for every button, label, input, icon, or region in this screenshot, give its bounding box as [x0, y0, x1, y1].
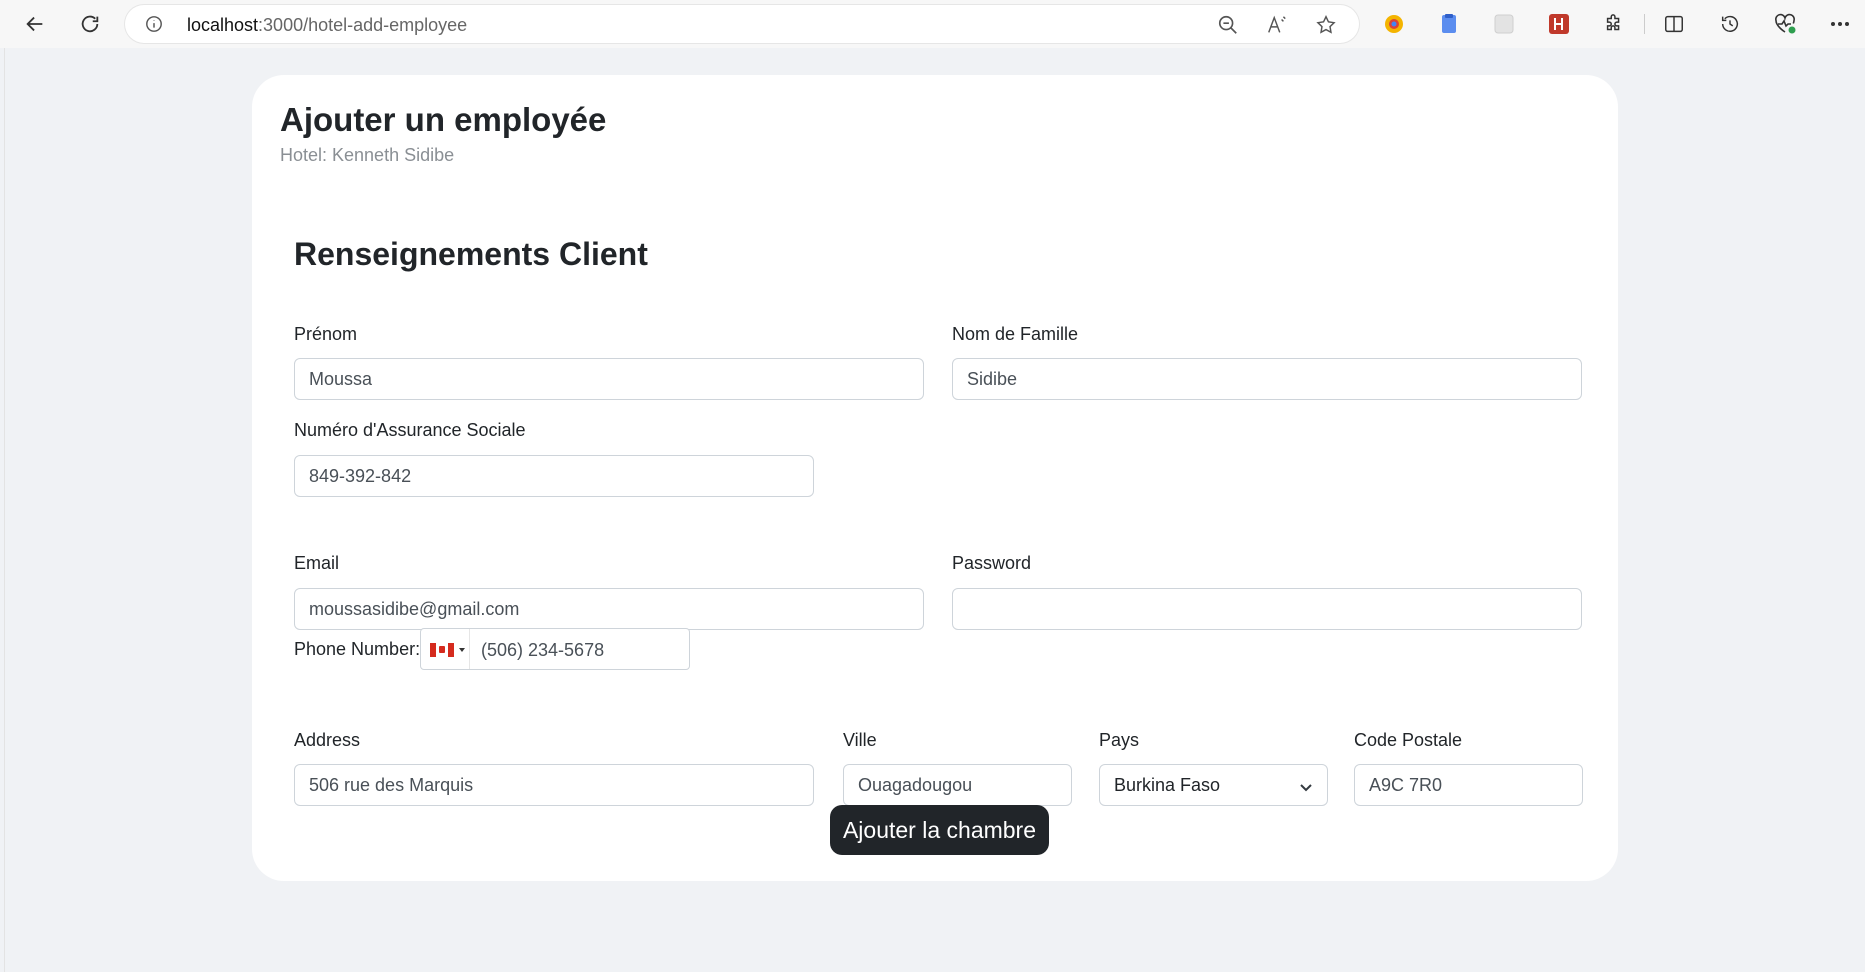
form-card: Ajouter un employée Hotel: Kenneth Sidib…: [252, 75, 1618, 881]
password-input[interactable]: [952, 588, 1582, 630]
submit-button[interactable]: Ajouter la chambre: [830, 805, 1049, 855]
zoom-out-icon[interactable]: [1217, 14, 1239, 36]
history-icon[interactable]: [1718, 12, 1742, 36]
address-label: Address: [294, 730, 361, 750]
extension-grey-icon[interactable]: [1492, 12, 1516, 36]
section-title: Renseignements Client: [294, 236, 648, 272]
email-label: Email: [294, 553, 340, 573]
phone-input[interactable]: (506) 234-5678: [420, 628, 690, 670]
first-name-label: Prénom: [294, 324, 358, 344]
canada-flag-icon[interactable]: [430, 643, 454, 657]
refresh-icon[interactable]: [75, 9, 105, 39]
extension-clipboard-icon[interactable]: [1437, 12, 1461, 36]
phone-label: Phone Number:: [294, 639, 421, 659]
country-caret-icon[interactable]: [459, 648, 465, 652]
last-name-input[interactable]: Sidibe: [952, 358, 1582, 400]
page-background: Ajouter un employée Hotel: Kenneth Sidib…: [4, 48, 1865, 972]
country-select[interactable]: Burkina Faso: [1099, 764, 1328, 806]
chevron-down-icon: [1299, 778, 1313, 792]
read-aloud-icon[interactable]: [1266, 14, 1288, 36]
phone-value[interactable]: (506) 234-5678: [481, 640, 604, 661]
info-icon[interactable]: [145, 15, 163, 33]
city-label: Ville: [843, 730, 877, 750]
hotel-subtitle: Hotel: Kenneth Sidibe: [280, 145, 455, 165]
country-label: Pays: [1099, 730, 1140, 750]
email-input[interactable]: moussasidibe@gmail.com: [294, 588, 924, 630]
browser-toolbar: localhost:3000/hotel-add-employee: [0, 0, 1865, 48]
split-screen-icon[interactable]: [1662, 12, 1686, 36]
back-icon[interactable]: [20, 9, 50, 39]
extensions-puzzle-icon[interactable]: [1602, 12, 1626, 36]
browser-essentials-icon[interactable]: [1773, 12, 1797, 36]
address-bar[interactable]: localhost:3000/hotel-add-employee: [125, 5, 1359, 43]
extension-red-icon[interactable]: [1547, 12, 1571, 36]
sin-input[interactable]: 849-392-842: [294, 455, 814, 497]
favorite-star-icon[interactable]: [1315, 14, 1337, 36]
postal-code-input[interactable]: A9C 7R0: [1354, 764, 1583, 806]
more-menu-icon[interactable]: [1828, 12, 1852, 36]
last-name-label: Nom de Famille: [952, 324, 1079, 344]
city-input[interactable]: Ouagadougou: [843, 764, 1072, 806]
sin-label: Numéro d'Assurance Sociale: [294, 420, 526, 440]
page-title: Ajouter un employée: [280, 101, 607, 138]
country-selected: Burkina Faso: [1114, 774, 1221, 795]
first-name-input[interactable]: Moussa: [294, 358, 924, 400]
address-input[interactable]: 506 rue des Marquis: [294, 764, 814, 806]
extension-color-icon[interactable]: [1382, 12, 1406, 36]
url-text: localhost:3000/hotel-add-employee: [187, 15, 468, 35]
postal-code-label: Code Postale: [1354, 730, 1463, 750]
toolbar-divider: [1644, 14, 1645, 34]
password-label: Password: [952, 553, 1032, 573]
